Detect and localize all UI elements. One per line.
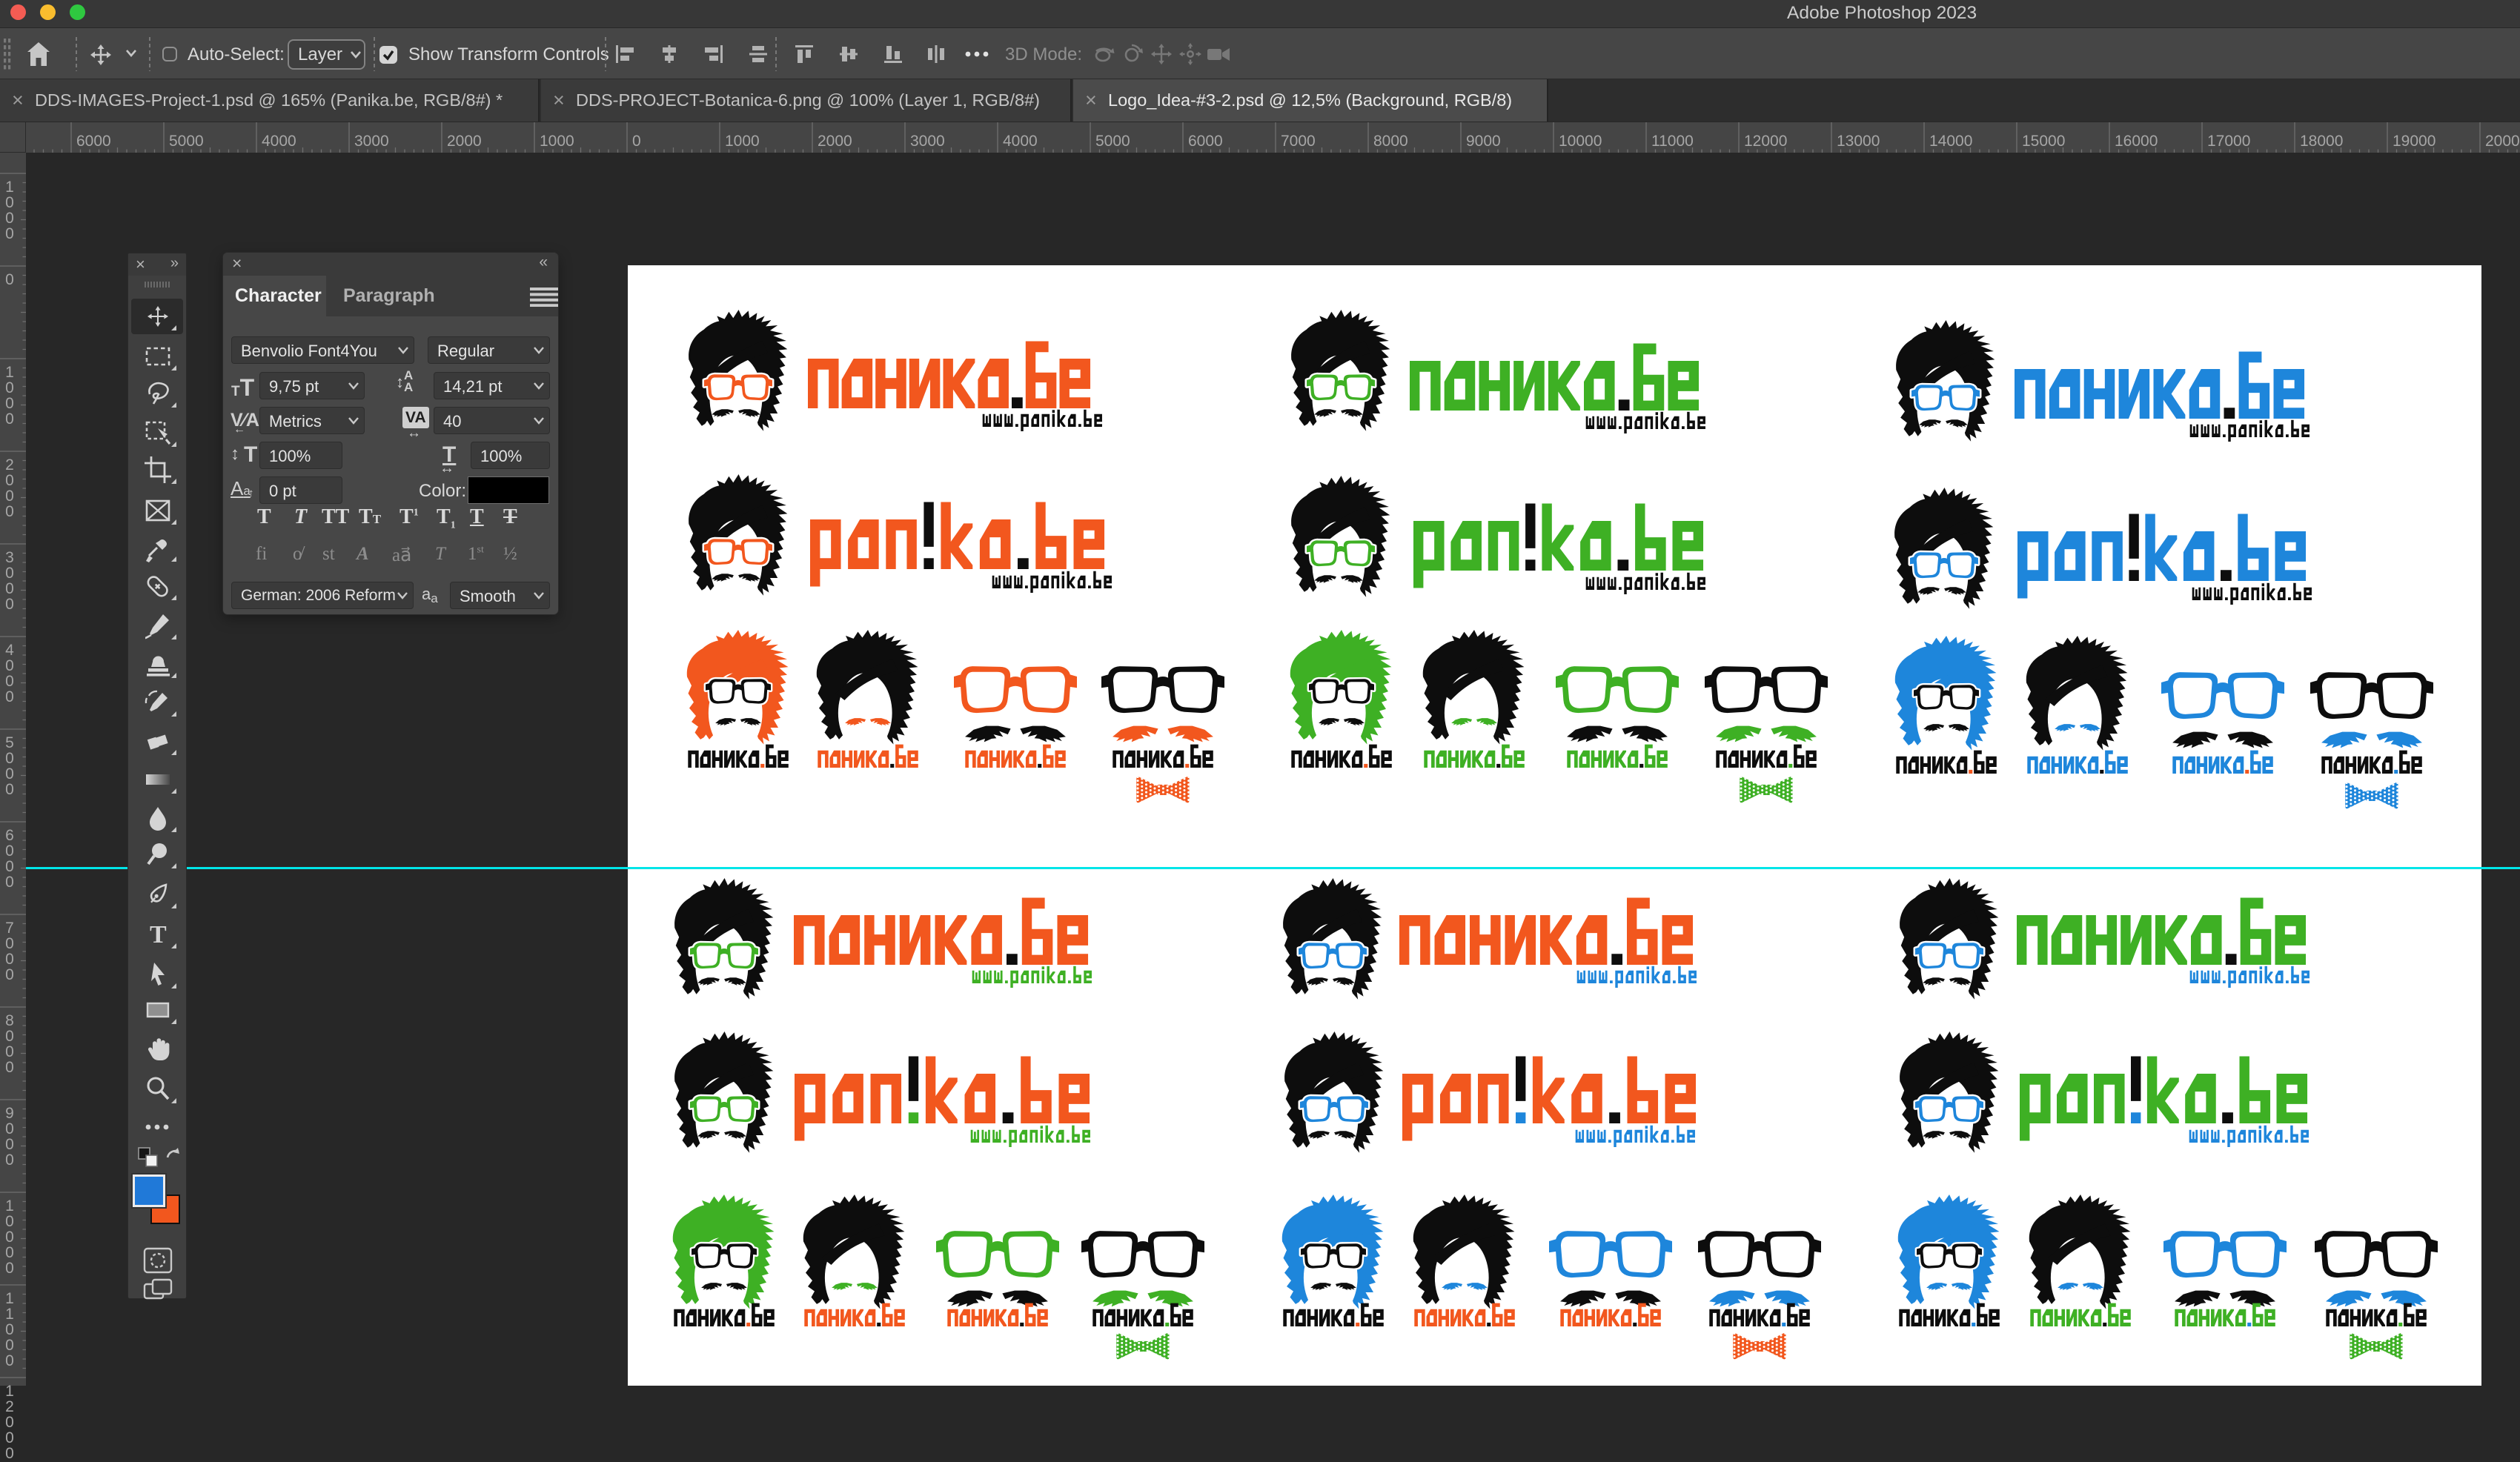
svg-text:1000: 1000 — [540, 133, 574, 150]
svg-text:17000: 17000 — [2207, 133, 2250, 150]
svg-text:6000: 6000 — [76, 133, 111, 150]
svg-text:19000: 19000 — [2393, 133, 2436, 150]
svg-text:14000: 14000 — [1929, 133, 1972, 150]
svg-text:2000: 2000 — [447, 133, 482, 150]
svg-text:1000: 1000 — [725, 133, 760, 150]
svg-text:11000: 11000 — [1651, 133, 1694, 150]
svg-text:15000: 15000 — [2022, 133, 2065, 150]
svg-text:10000: 10000 — [1559, 133, 1602, 150]
svg-text:T: T — [150, 921, 167, 948]
svg-text:6000: 6000 — [1188, 133, 1223, 150]
svg-text:18000: 18000 — [2300, 133, 2343, 150]
svg-text:16000: 16000 — [2115, 133, 2158, 150]
svg-text:9000: 9000 — [1466, 133, 1501, 150]
svg-text:4000: 4000 — [1003, 133, 1038, 150]
svg-text:8000: 8000 — [1373, 133, 1408, 150]
svg-text:2000: 2000 — [818, 133, 852, 150]
svg-text:13000: 13000 — [1837, 133, 1880, 150]
svg-text:3000: 3000 — [910, 133, 945, 150]
svg-text:5000: 5000 — [1095, 133, 1130, 150]
svg-text:0: 0 — [632, 133, 641, 150]
svg-text:3000: 3000 — [354, 133, 389, 150]
svg-text:4000: 4000 — [262, 133, 296, 150]
svg-text:12000: 12000 — [1744, 133, 1787, 150]
svg-text:20000: 20000 — [2485, 133, 2520, 150]
svg-text:5000: 5000 — [169, 133, 204, 150]
svg-text:7000: 7000 — [1281, 133, 1316, 150]
